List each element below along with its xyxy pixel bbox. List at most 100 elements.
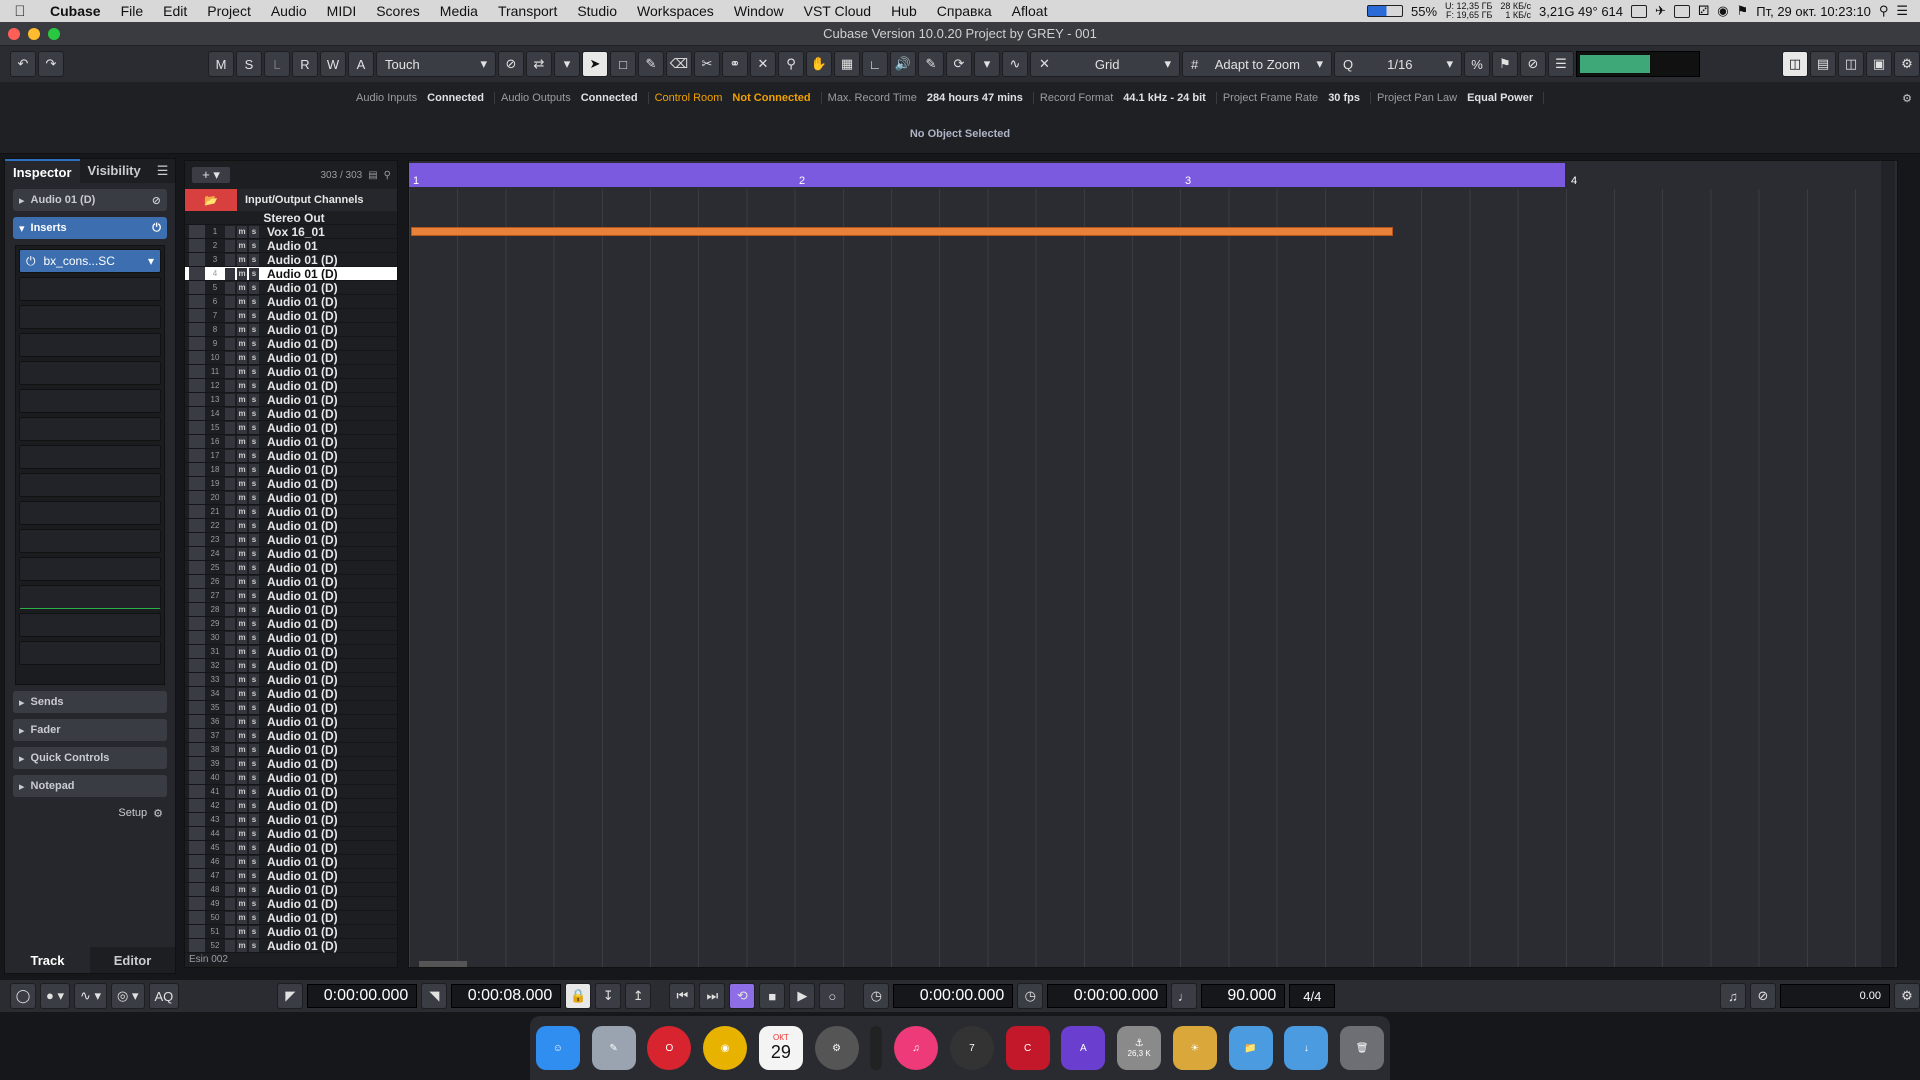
solo-button[interactable]: s bbox=[249, 743, 259, 756]
solo-button[interactable]: s bbox=[249, 827, 259, 840]
right-zone-toggle-icon[interactable]: ◫ bbox=[1838, 51, 1864, 77]
record-enable-button[interactable] bbox=[225, 911, 235, 924]
keyboard-icon[interactable] bbox=[1631, 4, 1648, 18]
fader-section-header[interactable]: ▸ Fader bbox=[13, 719, 167, 741]
track-row[interactable]: 30 m s Audio 01 (D) bbox=[185, 631, 397, 645]
menu-project[interactable]: Project bbox=[197, 3, 261, 19]
lower-zone-toggle-icon[interactable]: ▤ bbox=[1810, 51, 1836, 77]
mute-button[interactable]: m bbox=[237, 911, 247, 924]
activate-button[interactable]: A bbox=[348, 51, 374, 77]
apple-icon[interactable]:  bbox=[0, 3, 40, 20]
track-row[interactable]: 41 m s Audio 01 (D) bbox=[185, 785, 397, 799]
mute-button[interactable]: m bbox=[237, 337, 247, 350]
track-row[interactable]: 9 m s Audio 01 (D) bbox=[185, 337, 397, 351]
project-timeline[interactable]: 1 2 3 4 bbox=[408, 160, 1898, 968]
primary-time-icon[interactable]: ◷ bbox=[863, 983, 890, 1009]
solo-button[interactable]: s bbox=[249, 785, 259, 798]
mute-button[interactable]: m bbox=[237, 505, 247, 518]
play-tool-icon[interactable]: 🔊 bbox=[890, 51, 916, 77]
mute-button[interactable]: m bbox=[237, 897, 247, 910]
minimize-window-button[interactable] bbox=[28, 28, 40, 40]
power-icon[interactable]: ⏻ bbox=[26, 254, 36, 269]
inspector-setup[interactable]: Setup ⚙ bbox=[5, 803, 175, 824]
solo-button[interactable]: s bbox=[249, 281, 259, 294]
record-enable-button[interactable] bbox=[225, 855, 235, 868]
record-format-value[interactable]: 44.1 kHz - 24 bit bbox=[1123, 92, 1217, 104]
solo-button[interactable]: s bbox=[249, 575, 259, 588]
markers-icon[interactable]: ☰ bbox=[1548, 51, 1574, 77]
activity-meter-icon[interactable] bbox=[870, 1026, 883, 1070]
insert-slot-empty[interactable] bbox=[19, 585, 161, 609]
left-locator-time[interactable]: 0:00:00.000 bbox=[307, 984, 418, 1008]
record-enable-button[interactable] bbox=[225, 687, 235, 700]
record-enable-button[interactable] bbox=[225, 925, 235, 938]
datetime[interactable]: Пт, 29 окт. 10:23:10 bbox=[1756, 4, 1871, 19]
solo-button[interactable]: s bbox=[249, 561, 259, 574]
record-enable-button[interactable] bbox=[225, 463, 235, 476]
automation-mode-select[interactable]: Touch ▾ bbox=[376, 51, 496, 77]
track-row[interactable]: 36 m s Audio 01 (D) bbox=[185, 715, 397, 729]
mute-button[interactable]: m bbox=[237, 715, 247, 728]
track-row[interactable]: 16 m s Audio 01 (D) bbox=[185, 435, 397, 449]
solo-button[interactable]: s bbox=[249, 883, 259, 896]
flag-icon[interactable]: ⚑ bbox=[1737, 3, 1749, 19]
solo-button[interactable]: s bbox=[249, 659, 259, 672]
tempo-display[interactable]: 90.000 bbox=[1201, 984, 1286, 1008]
object-selection-tool-icon[interactable]: ➤ bbox=[582, 51, 608, 77]
track-row[interactable]: 20 m s Audio 01 (D) bbox=[185, 491, 397, 505]
track-row[interactable]: 46 m s Audio 01 (D) bbox=[185, 855, 397, 869]
track-row[interactable]: 5 m s Audio 01 (D) bbox=[185, 281, 397, 295]
record-enable-button[interactable] bbox=[225, 267, 235, 280]
insert-slot-empty[interactable] bbox=[19, 389, 161, 413]
menu-transport[interactable]: Transport bbox=[488, 3, 567, 19]
record-enable-button[interactable] bbox=[225, 449, 235, 462]
solo-button[interactable]: s bbox=[249, 477, 259, 490]
solo-button[interactable]: s bbox=[249, 379, 259, 392]
mute-button[interactable]: m bbox=[237, 533, 247, 546]
audio-outputs-value[interactable]: Connected bbox=[581, 92, 649, 104]
record-enable-button[interactable] bbox=[225, 785, 235, 798]
mute-button[interactable]: m bbox=[237, 701, 247, 714]
opera-icon[interactable]: O bbox=[647, 1026, 692, 1070]
mute-button[interactable]: m bbox=[237, 799, 247, 812]
finder-icon[interactable]: ☺ bbox=[535, 1026, 580, 1070]
pencil-tool-icon[interactable]: ✎ bbox=[638, 51, 664, 77]
solo-button[interactable]: s bbox=[249, 617, 259, 630]
mute-button[interactable]: m bbox=[237, 561, 247, 574]
record-enable-button[interactable] bbox=[225, 309, 235, 322]
insert-slot-empty[interactable] bbox=[19, 473, 161, 497]
wifi-icon[interactable]: ◉ bbox=[1717, 3, 1728, 19]
settings-gear-icon[interactable]: ⚙ bbox=[1894, 51, 1920, 77]
mute-button[interactable]: m bbox=[237, 449, 247, 462]
applications-folder-icon[interactable]: 📁 bbox=[1228, 1026, 1273, 1070]
track-row[interactable]: 34 m s Audio 01 (D) bbox=[185, 687, 397, 701]
menu-hub[interactable]: Hub bbox=[881, 3, 927, 19]
record-enable-button[interactable] bbox=[225, 645, 235, 658]
insert-slot-empty[interactable] bbox=[19, 529, 161, 553]
solo-button[interactable]: s bbox=[249, 267, 259, 280]
record-enable-button[interactable] bbox=[225, 631, 235, 644]
record-enable-button[interactable] bbox=[225, 435, 235, 448]
track-row[interactable]: 28 m s Audio 01 (D) bbox=[185, 603, 397, 617]
track-row[interactable]: 23 m s Audio 01 (D) bbox=[185, 533, 397, 547]
solo-button[interactable]: s bbox=[249, 701, 259, 714]
track-row[interactable]: 8 m s Audio 01 (D) bbox=[185, 323, 397, 337]
vertical-scrollbar[interactable] bbox=[1881, 161, 1895, 967]
insert-slot-empty[interactable] bbox=[19, 277, 161, 301]
mute-button[interactable]: m bbox=[237, 673, 247, 686]
record-enable-button[interactable] bbox=[225, 771, 235, 784]
calendar-icon[interactable]: ОКТ 29 bbox=[758, 1026, 803, 1070]
mute-button[interactable]: m bbox=[237, 323, 247, 336]
mute-button[interactable]: m bbox=[237, 351, 247, 364]
track-row[interactable]: 47 m s Audio 01 (D) bbox=[185, 869, 397, 883]
mute-button[interactable]: m bbox=[237, 435, 247, 448]
mute-state-button[interactable]: M bbox=[208, 51, 234, 77]
right-locator-icon[interactable]: ◥ bbox=[421, 983, 448, 1009]
itunes-icon[interactable]: ♫ bbox=[894, 1026, 939, 1070]
solo-button[interactable]: s bbox=[249, 771, 259, 784]
display-icon[interactable] bbox=[1673, 4, 1690, 18]
solo-button[interactable]: s bbox=[249, 911, 259, 924]
horizontal-scrollbar[interactable] bbox=[419, 961, 467, 967]
solo-button[interactable]: s bbox=[249, 449, 259, 462]
go-to-start-icon[interactable]: ⏮ bbox=[669, 983, 696, 1009]
